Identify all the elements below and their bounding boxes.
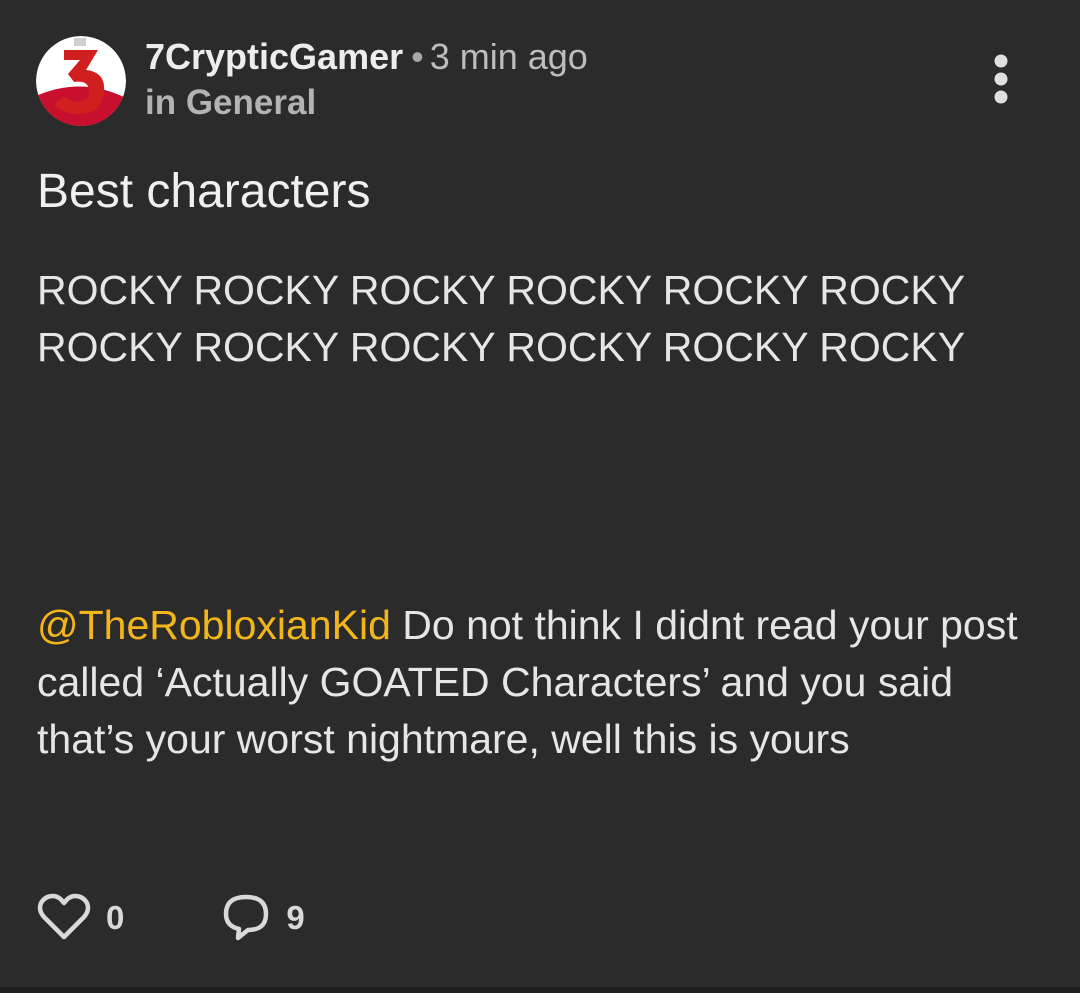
category-label[interactable]: in General — [145, 82, 316, 124]
bottom-divider — [0, 987, 1080, 993]
more-options-button[interactable] — [982, 52, 1020, 108]
avatar[interactable] — [36, 36, 126, 126]
user-mention-link[interactable]: @TheRobloxianKid — [37, 602, 391, 648]
post-actions: 0 9 — [36, 890, 305, 946]
heart-outline-icon — [37, 893, 91, 940]
speech-bubble-icon — [224, 894, 269, 941]
separator-dot: • — [411, 36, 424, 77]
body-line: ROCKY ROCKY ROCKY ROCKY ROCKY ROCKY — [37, 267, 966, 313]
like-count: 0 — [106, 899, 125, 936]
author-name[interactable]: 7CrypticGamer — [145, 36, 403, 77]
post-title: Best characters — [37, 165, 371, 218]
comment-button[interactable]: 9 — [220, 892, 305, 944]
reply-paragraph: @TheRobloxianKid Do not think I didnt re… — [37, 597, 1047, 768]
post-body: ROCKY ROCKY ROCKY ROCKY ROCKY ROCKY ROCK… — [37, 262, 1047, 376]
timestamp: 3 min ago — [429, 36, 588, 77]
comment-count: 9 — [286, 899, 305, 936]
like-button[interactable]: 0 — [36, 893, 124, 943]
post-card: 7CrypticGamer • 3 min ago in General Best … — [0, 0, 1080, 993]
author-line: 7CrypticGamer • 3 min ago — [145, 36, 588, 78]
vertical-ellipsis-icon — [994, 54, 1008, 104]
red-number-3-avatar-icon — [36, 36, 126, 126]
body-line: ROCKY ROCKY ROCKY ROCKY ROCKY ROCKY — [37, 324, 966, 370]
